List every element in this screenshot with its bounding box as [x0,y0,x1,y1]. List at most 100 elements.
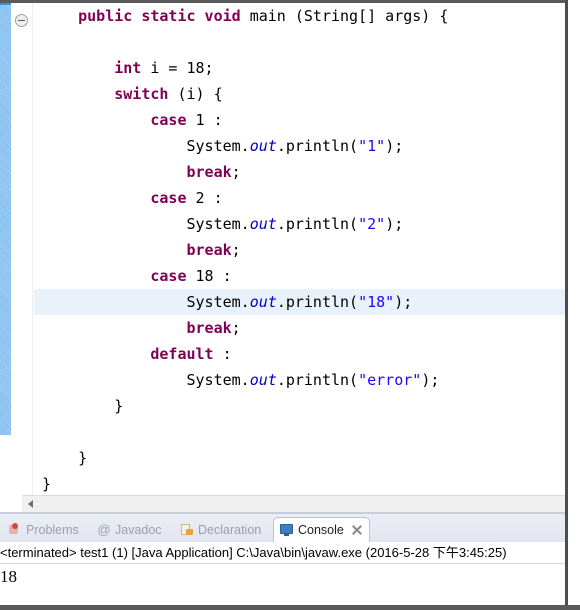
console-panel: Problems @ Javadoc Declaration Console <term… [0,512,565,605]
code-line[interactable]: case 1 : [34,107,565,133]
code-token-plain: } [42,449,88,467]
code-token-plain: i = 18; [141,59,214,77]
code-token-kw: case [150,111,187,129]
tab-label: Console [298,523,344,537]
code-line[interactable]: } [34,445,565,471]
javadoc-icon: @ [97,522,111,537]
tab-declaration[interactable]: Declaration [174,518,267,542]
code-line[interactable]: switch (i) { [34,81,565,107]
code-token-fld: out [249,371,277,389]
code-line[interactable]: break; [34,237,565,263]
code-line[interactable]: int i = 18; [34,55,565,81]
code-line[interactable]: } [34,471,565,495]
console-output-text: 18 [0,567,17,586]
code-token-str: "2" [358,215,386,233]
change-indicator-bar [0,3,11,435]
code-line[interactable]: case 2 : [34,185,565,211]
window-right-outside [568,0,580,610]
tab-javadoc[interactable]: @ Javadoc [91,518,168,542]
code-token-str: "1" [358,137,386,155]
code-token-plain: .println( [276,293,359,311]
editor-gutter[interactable] [11,3,33,495]
code-token-kw: public static void [78,7,241,25]
code-token-plain: : [213,345,232,363]
code-token-plain: System. [42,215,250,233]
code-line[interactable]: System.out.println("2"); [34,211,565,237]
code-line[interactable]: public static void main (String[] args) … [34,3,565,29]
console-body[interactable]: <terminated> test1 (1) [Java Application… [0,542,565,605]
code-token-plain: .println( [276,215,359,233]
code-token-kw: default [150,345,214,363]
code-token-plain: .println( [276,371,359,389]
declaration-icon [180,523,194,537]
tab-problems[interactable]: Problems [2,518,85,542]
code-token-fld: out [249,137,277,155]
code-token-plain: ); [385,215,404,233]
code-token-plain: ); [394,293,413,311]
code-line[interactable] [34,419,565,445]
code-token-plain: .println( [276,137,359,155]
code-token-plain: System. [42,293,250,311]
code-token-plain: ); [385,137,404,155]
code-line[interactable]: break; [34,159,565,185]
code-content[interactable]: public static void main (String[] args) … [34,3,565,495]
code-line[interactable]: System.out.println("18"); [34,289,565,315]
tab-label: Problems [26,523,79,537]
code-token-plain: 18 : [186,267,232,285]
tab-label: Declaration [198,523,262,537]
close-icon[interactable] [351,524,363,536]
change-indicator-cap [0,3,11,5]
code-token-fld: out [249,293,277,311]
collapse-fold-icon[interactable] [15,14,28,27]
code-token-plain: System. [42,137,250,155]
code-token-kw: switch [114,85,169,103]
code-token-plain: 1 : [186,111,223,129]
code-line[interactable]: System.out.println("1"); [34,133,565,159]
editor-horizontal-scrollbar[interactable] [22,495,565,512]
tab-console[interactable]: Console [273,517,370,542]
code-token-plain: } [42,397,124,415]
window-bottom-border [0,605,580,610]
launch-status-line: <terminated> test1 (1) [Java Application… [0,542,565,564]
code-token-plain: System. [42,371,250,389]
java-editor[interactable]: public static void main (String[] args) … [0,3,565,495]
code-line[interactable]: case 18 : [34,263,565,289]
code-line[interactable]: } [34,393,565,419]
code-token-kw: case [150,267,187,285]
code-token-plain: ); [421,371,440,389]
code-token-kw: case [150,189,187,207]
code-token-plain: (i) { [168,85,223,103]
code-token-plain: 2 : [186,189,223,207]
code-token-kw: int [114,59,142,77]
code-line[interactable] [34,29,565,55]
view-tab-strip[interactable]: Problems @ Javadoc Declaration Console [0,514,565,542]
code-token-kw: break [186,319,232,337]
scrollbar-corner [0,495,22,512]
code-line[interactable]: break; [34,315,565,341]
code-token-plain: } [42,475,52,493]
eclipse-window: public static void main (String[] args) … [0,0,580,610]
code-token-plain: ; [231,319,241,337]
console-icon [280,523,294,537]
code-token-kw: break [186,241,232,259]
code-line[interactable]: default : [34,341,565,367]
code-line[interactable]: System.out.println("error"); [34,367,565,393]
code-token-str: "error" [358,371,422,389]
code-token-kw: break [186,163,232,181]
code-token-fld: out [249,215,277,233]
code-token-plain: ; [231,241,241,259]
window-right-border [565,0,568,610]
tab-label: Javadoc [115,523,162,537]
problems-icon [8,523,22,537]
scroll-left-arrow[interactable] [22,496,39,512]
